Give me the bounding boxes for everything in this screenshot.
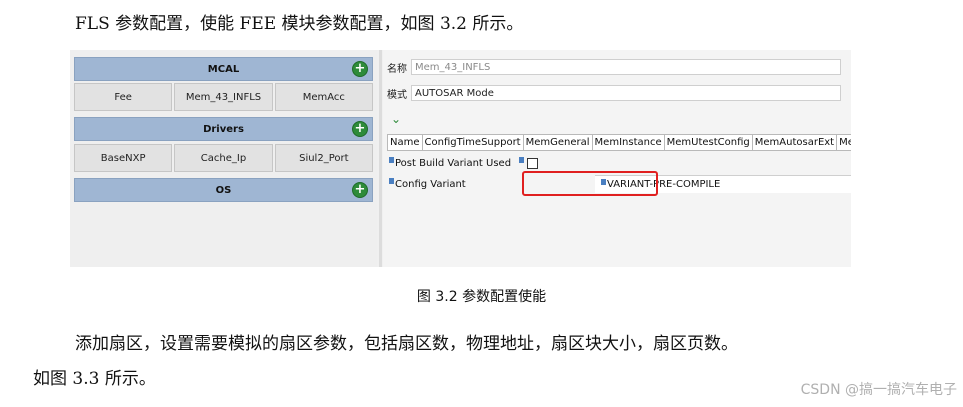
add-module-button[interactable]: + [352,182,368,198]
parameter-icon [519,157,525,163]
add-module-button[interactable]: + [352,61,368,77]
csdn-watermark: CSDN @搞一搞汽车电子 [800,382,957,398]
config-tool-screenshot: MCAL + Fee Mem_43_INFLS MemAcc Drivers +… [70,50,851,267]
tab-overflow[interactable]: Me [837,135,851,150]
post-build-label: Post Build Variant Used [395,157,512,169]
parameter-icon [389,178,394,184]
properties-pane: 名称 Mem_43_INFLS 模式 AUTOSAR Mode ⌄ Name C… [383,50,851,267]
parameter-icon [389,157,394,163]
tab-memgeneral[interactable]: MemGeneral [524,135,593,150]
module-list-pane: MCAL + Fee Mem_43_INFLS MemAcc Drivers +… [70,50,377,267]
tab-meminstance[interactable]: MemInstance [593,135,665,150]
body-paragraph-line1: 添加扇区，设置需要模拟的扇区参数，包括扇区数，物理地址，扇区块大小，扇区页数。 [75,334,738,354]
body-paragraph-line2: 如图 3.3 所示。 [33,369,156,389]
red-highlight-box [522,171,658,196]
section-title: Drivers [203,123,244,135]
config-variant-row: Config Variant [389,175,466,193]
tab-memutestconfig[interactable]: MemUtestConfig [665,135,753,150]
section-header-drivers[interactable]: Drivers + [74,117,373,141]
mode-field-row: 模式 AUTOSAR Mode [387,84,841,102]
section-title: OS [215,184,232,196]
module-memacc[interactable]: MemAcc [274,83,373,111]
collapse-chevron-icon[interactable]: ⌄ [391,112,401,126]
name-field[interactable]: Mem_43_INFLS [411,59,841,75]
post-build-checkbox[interactable] [527,157,539,169]
mode-label: 模式 [387,89,407,101]
module-mem-43-infls[interactable]: Mem_43_INFLS [174,83,273,111]
module-fee[interactable]: Fee [74,83,173,111]
name-label: 名称 [387,63,407,75]
post-build-row: Post Build Variant Used [389,154,539,172]
module-basenxp[interactable]: BaseNXP [74,144,173,172]
tab-memautosarext[interactable]: MemAutosarExt [753,135,838,150]
config-variant-label: Config Variant [395,178,466,190]
intro-paragraph: FLS 参数配置，使能 FEE 模块参数配置，如图 3.2 所示。 [75,14,524,34]
name-field-row: 名称 Mem_43_INFLS [387,58,841,76]
section-header-os[interactable]: OS + [74,178,373,202]
tab-name[interactable]: Name [388,135,423,150]
tab-configtimesupport[interactable]: ConfigTimeSupport [423,135,524,150]
module-row-mcal: Fee Mem_43_INFLS MemAcc [74,83,373,111]
module-cache-ip[interactable]: Cache_Ip [174,144,273,172]
section-header-mcal[interactable]: MCAL + [74,57,373,81]
add-module-button[interactable]: + [352,121,368,137]
mode-field[interactable]: AUTOSAR Mode [411,85,841,101]
config-tabbar: Name ConfigTimeSupport MemGeneral MemIns… [387,134,851,151]
module-siul2-port[interactable]: Siul2_Port [274,144,373,172]
figure-caption: 图 3.2 参数配置使能 [416,289,547,305]
pane-splitter[interactable] [379,50,382,267]
module-row-drivers: BaseNXP Cache_Ip Siul2_Port [74,144,373,172]
section-title: MCAL [207,63,240,75]
